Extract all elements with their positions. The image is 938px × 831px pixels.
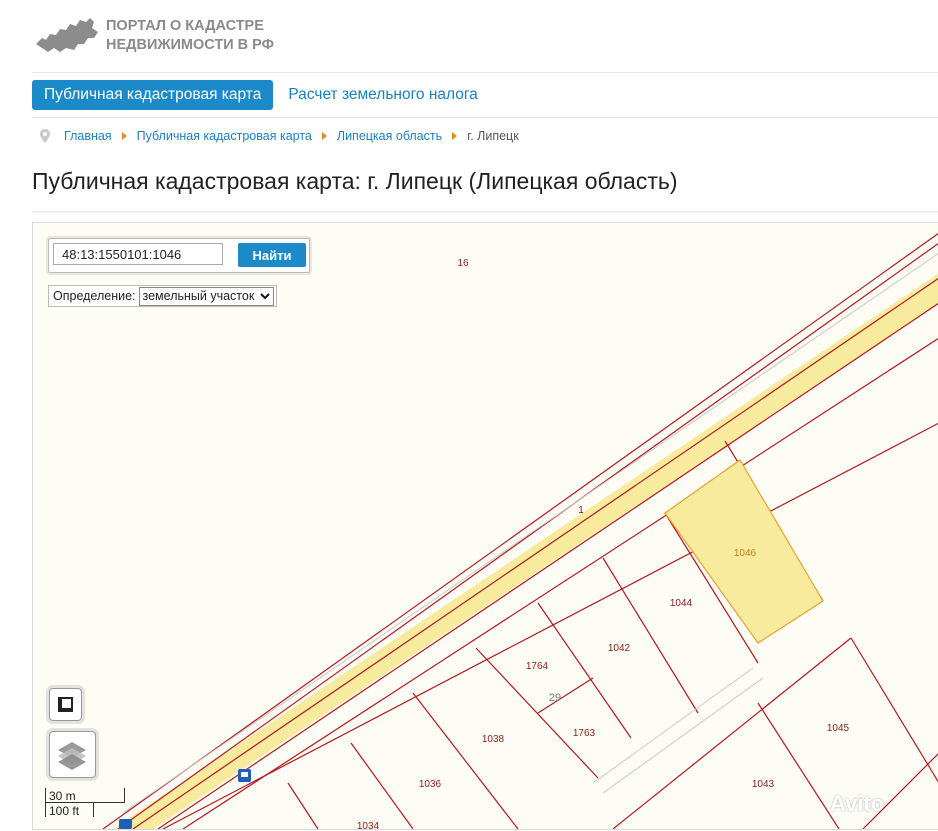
search-button[interactable]: Найти [238, 243, 306, 267]
layers-button[interactable] [49, 731, 96, 778]
parcel-label[interactable]: 1764 [526, 661, 549, 672]
site-logo[interactable]: ПОРТАЛ О КАДАСТРЕ НЕДВИЖИМОСТИ В РФ [34, 14, 274, 58]
parcel-label[interactable]: 1038 [482, 734, 505, 745]
avito-watermark: Avito [830, 791, 885, 816]
fullscreen-button[interactable] [49, 688, 82, 721]
title-divider [32, 211, 938, 212]
bus-stop-icon[interactable] [238, 769, 251, 782]
chevron-right-icon [321, 132, 327, 140]
cadastral-number-input[interactable] [53, 243, 223, 265]
layers-icon [58, 742, 86, 770]
scale-metric: 30 m [45, 788, 125, 803]
breadcrumb-home[interactable]: Главная [64, 129, 112, 143]
logo-line-2: НЕДВИЖИМОСТИ В РФ [106, 37, 275, 53]
parcel-label[interactable]: 1034 [357, 821, 380, 829]
parcel-label[interactable]: 1046 [734, 548, 757, 559]
russia-map-icon [36, 18, 98, 52]
chevron-right-icon [121, 132, 127, 140]
tab-land-tax-calculation[interactable]: Расчет земельного налога [276, 80, 489, 110]
map-canvas[interactable]: 16 1 1046 1044 1042 1764 29 1763 1038 10… [33, 223, 938, 829]
definition-select[interactable]: земельный участок [138, 286, 275, 306]
parcel-label[interactable]: 1044 [670, 598, 693, 609]
bus-stop-icon[interactable] [119, 819, 132, 829]
parcel-label[interactable]: 1045 [827, 723, 850, 734]
location-pin-icon [40, 129, 50, 143]
parcel-label[interactable]: 1043 [752, 779, 775, 790]
scale-imperial: 100 ft [45, 803, 94, 818]
road-band [113, 273, 938, 829]
frame-icon [58, 697, 73, 712]
definition-panel: Определение: земельный участок [48, 285, 278, 307]
parcel-label[interactable]: 16 [457, 258, 469, 269]
parcel-label[interactable]: 1763 [573, 728, 596, 739]
nav-divider [32, 117, 938, 118]
breadcrumb-public-map[interactable]: Публичная кадастровая карта [137, 129, 312, 143]
chevron-down-icon [260, 292, 271, 299]
parcel-label[interactable]: 29 [549, 692, 561, 704]
logo-line-1: ПОРТАЛ О КАДАСТРЕ [106, 18, 264, 34]
header-divider [32, 72, 938, 73]
page-title: Публичная кадастровая карта: г. Липецк (… [32, 168, 678, 194]
parcel-label[interactable]: 1036 [419, 779, 442, 790]
breadcrumb-city: г. Липецк [467, 129, 519, 143]
definition-label: Определение: [53, 289, 136, 303]
scale-bar: 30 m 100 ft [45, 788, 125, 818]
parcel-label[interactable]: 1 [578, 505, 584, 516]
cadastral-map[interactable]: 16 1 1046 1044 1042 1764 29 1763 1038 10… [32, 222, 938, 830]
main-nav: Публичная кадастровая карта Расчет земел… [32, 80, 493, 110]
breadcrumb-region[interactable]: Липецкая область [337, 129, 442, 143]
breadcrumb: Главная Публичная кадастровая карта Липе… [40, 129, 519, 143]
tab-public-cadastral-map[interactable]: Публичная кадастровая карта [32, 80, 274, 110]
search-panel: Найти [48, 238, 310, 273]
chevron-right-icon [452, 132, 458, 140]
parcel-label[interactable]: 1042 [608, 643, 631, 654]
definition-selected-value: земельный участок [142, 289, 255, 303]
